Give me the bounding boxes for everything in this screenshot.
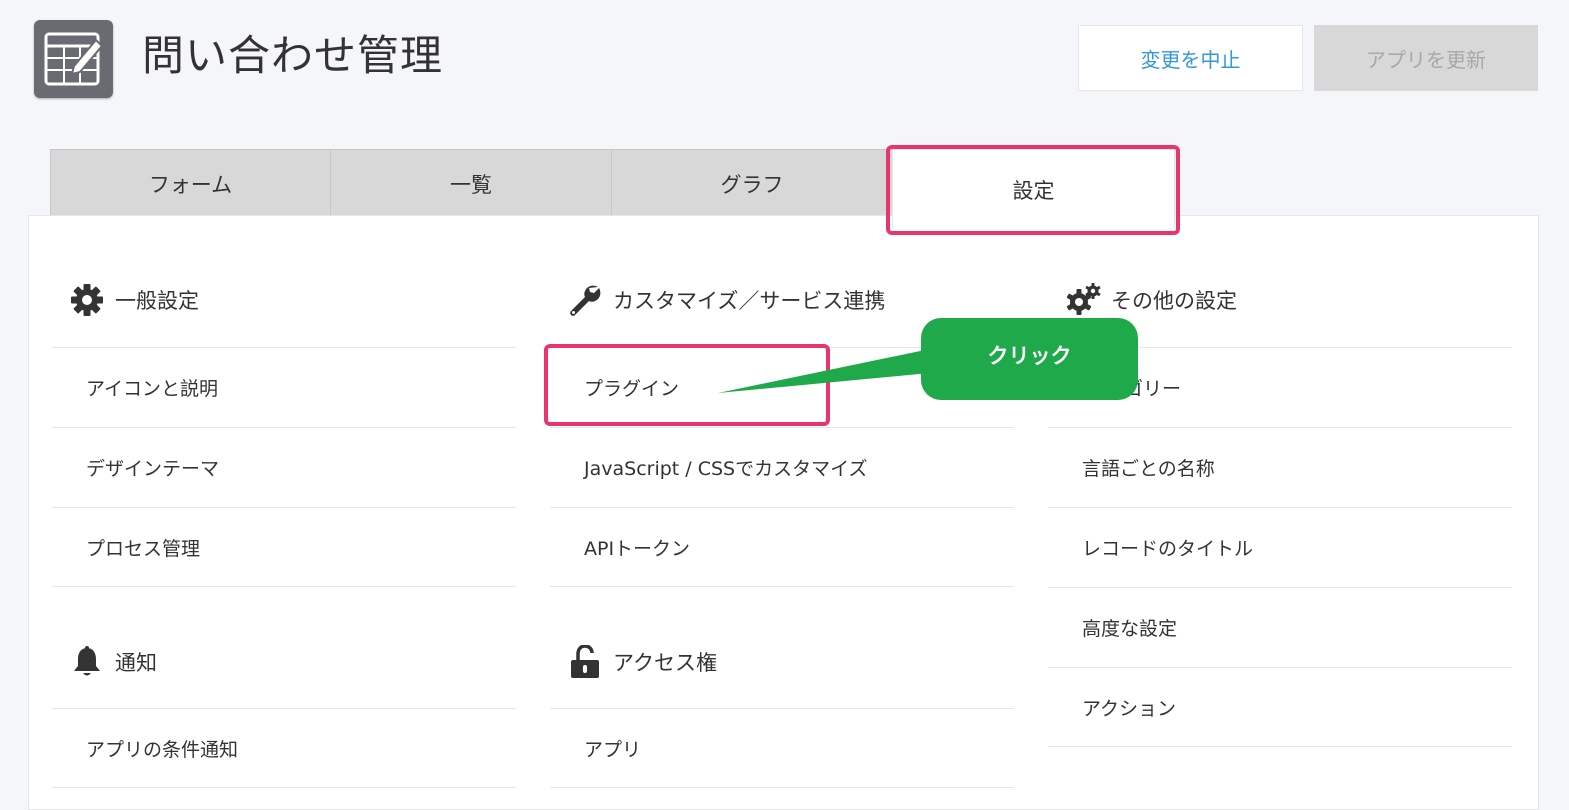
setting-js-css-customize[interactable]: JavaScript / CSSでカスタマイズ [550, 427, 1014, 507]
general-settings-heading: 一般設定 [69, 282, 199, 318]
app-icon [34, 20, 113, 98]
setting-api-token[interactable]: APIトークン [550, 507, 1014, 587]
setting-app-conditional-notification[interactable]: アプリの条件通知 [52, 708, 516, 788]
tab-graph[interactable]: グラフ [611, 149, 893, 217]
settings-tab-highlight [886, 145, 1180, 235]
other-settings-title: その他の設定 [1111, 289, 1237, 313]
access-title: アクセス権 [613, 651, 717, 675]
customize-heading: カスタマイズ／サービス連携 [567, 282, 885, 318]
customize-title: カスタマイズ／サービス連携 [613, 289, 886, 313]
unlock-icon [567, 644, 603, 680]
setting-record-title[interactable]: レコードのタイトル [1048, 507, 1512, 587]
setting-app-access[interactable]: アプリ [550, 708, 1014, 788]
general-settings-title: 一般設定 [115, 289, 199, 313]
gears-icon [1065, 282, 1101, 318]
gear-icon [69, 282, 105, 318]
notification-title: 通知 [115, 651, 157, 675]
tab-list[interactable]: 一覧 [330, 149, 612, 217]
click-callout-text: クリック [987, 344, 1072, 368]
notification-heading: 通知 [69, 644, 157, 680]
setting-advanced[interactable]: 高度な設定 [1048, 587, 1512, 667]
setting-icon-description[interactable]: アイコンと説明 [52, 347, 516, 427]
setting-process-management[interactable]: プロセス管理 [52, 507, 516, 587]
setting-action[interactable]: アクション [1048, 667, 1512, 747]
plugin-highlight [544, 344, 830, 426]
click-callout: クリック [921, 318, 1138, 400]
access-heading: アクセス権 [567, 644, 717, 680]
update-app-button[interactable]: アプリを更新 [1314, 25, 1538, 91]
wrench-icon [567, 282, 603, 318]
other-settings-heading: その他の設定 [1065, 282, 1237, 318]
tab-form[interactable]: フォーム [50, 149, 331, 217]
setting-design-theme[interactable]: デザインテーマ [52, 427, 516, 507]
app-title: 問い合わせ管理 [142, 31, 444, 80]
setting-language-names[interactable]: 言語ごとの名称 [1048, 427, 1512, 507]
settings-panel: 一般設定 アイコンと説明 デザインテーマ プロセス管理 通知 アプリの条件通知 [28, 215, 1539, 810]
bell-icon [69, 644, 105, 680]
cancel-changes-button[interactable]: 変更を中止 [1078, 25, 1303, 91]
